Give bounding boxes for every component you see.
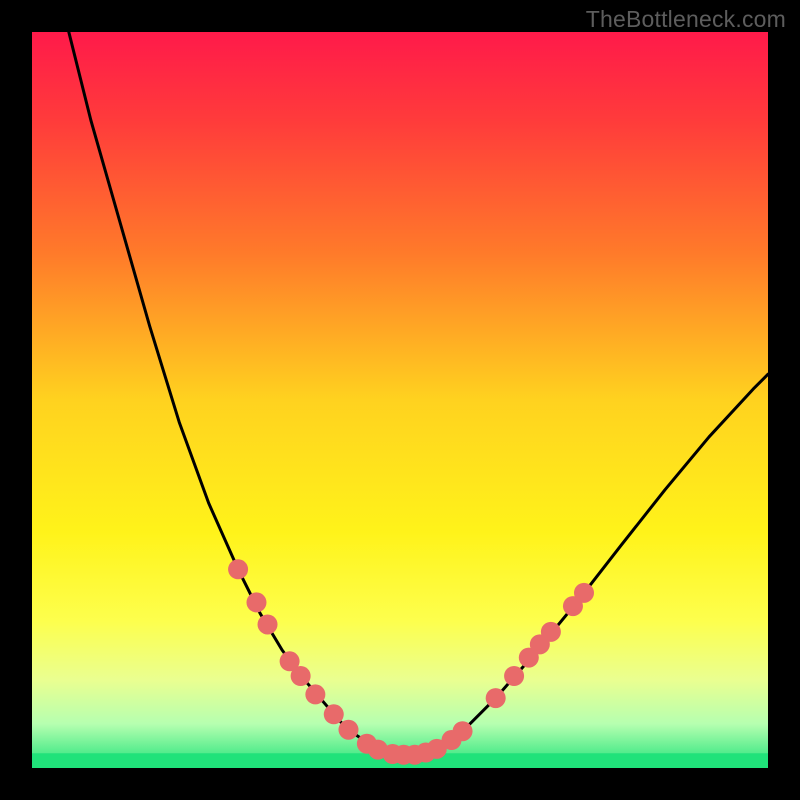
chart-frame: TheBottleneck.com (0, 0, 800, 800)
plot-area (32, 32, 768, 768)
watermark-text: TheBottleneck.com (586, 6, 786, 33)
chart-svg (32, 32, 768, 768)
